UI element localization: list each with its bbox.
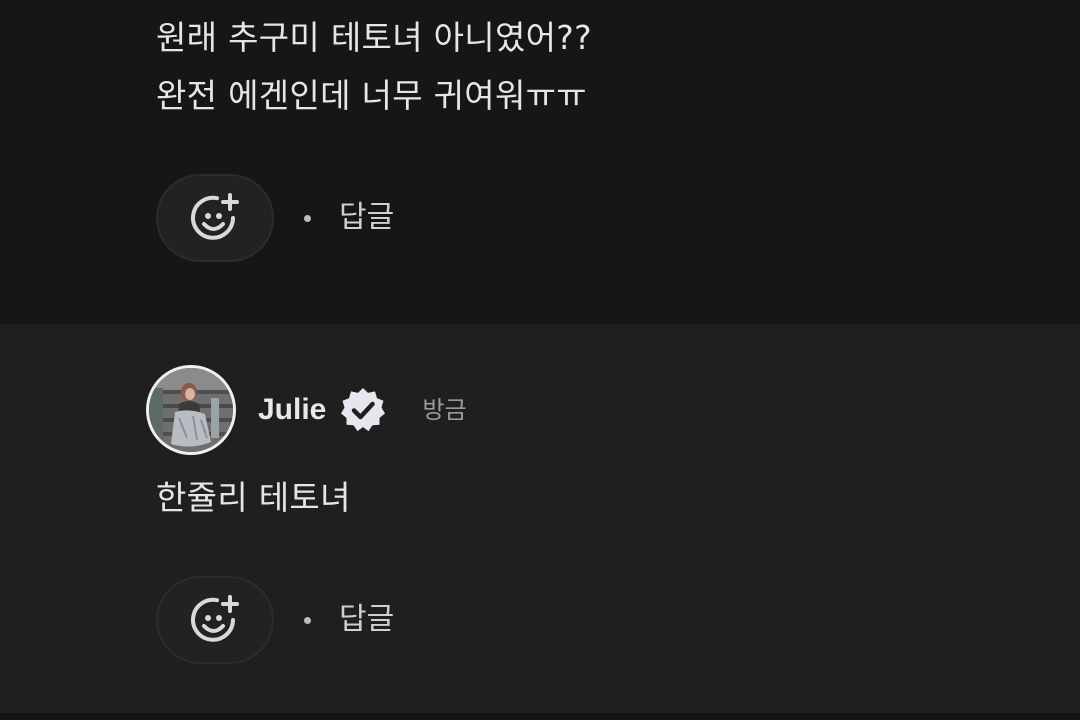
comment-thread: 원래 추구미 테토녀 아니였어?? 완전 에겐인데 너무 귀여워ㅠㅠ 답글 Ju… xyxy=(0,0,1080,720)
reply-button[interactable]: 답글 xyxy=(339,602,394,638)
comment-header: Julie 방금 xyxy=(146,365,467,455)
comment-timestamp: 방금 xyxy=(422,396,467,424)
comment-actions: 답글 xyxy=(156,575,394,665)
next-comment-edge xyxy=(0,713,1080,720)
separator-dot xyxy=(304,214,311,222)
comment-text-line-1: 원래 추구미 테토녀 아니였어?? xyxy=(156,18,592,57)
comment-text-line-2: 완전 에겐인데 너무 귀여워ㅠㅠ xyxy=(156,76,587,115)
comment-julie: Julie 방금 한쥴리 테토녀 답글 xyxy=(0,324,1080,713)
add-reaction-button[interactable] xyxy=(156,174,274,262)
add-reaction-button[interactable] xyxy=(156,576,274,664)
avatar[interactable] xyxy=(146,365,236,455)
reply-button[interactable]: 답글 xyxy=(339,200,394,236)
user-avatar xyxy=(149,368,233,452)
add-reaction-icon xyxy=(191,595,239,642)
comment-text-line-1: 한쥴리 테토녀 xyxy=(156,478,351,517)
comment-actions: 답글 xyxy=(156,173,394,263)
comment-previous: 원래 추구미 테토녀 아니였어?? 완전 에겐인데 너무 귀여워ㅠㅠ 답글 xyxy=(0,0,1080,324)
separator-dot xyxy=(304,616,311,624)
verified-badge-icon xyxy=(341,387,386,432)
add-reaction-icon xyxy=(191,193,239,240)
author-name[interactable]: Julie xyxy=(258,392,326,428)
